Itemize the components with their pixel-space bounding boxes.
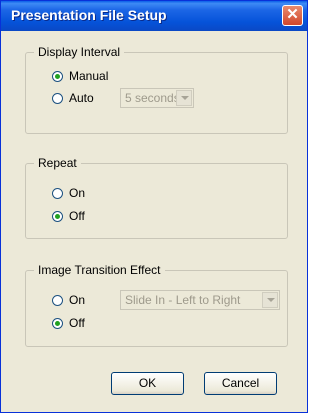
- transition-off-option[interactable]: Off: [52, 315, 85, 331]
- auto-radio[interactable]: [52, 92, 63, 104]
- transition-group: Image Transition Effect On Off Slide In …: [25, 263, 288, 347]
- chevron-down-icon[interactable]: [176, 90, 192, 106]
- repeat-on-label: On: [69, 186, 86, 200]
- title-bar[interactable]: Presentation File Setup ✕: [1, 1, 307, 31]
- display-interval-group: Display Interval Manual Auto 5 seconds: [25, 45, 288, 134]
- transition-on-label: On: [69, 293, 86, 307]
- chevron-down-icon[interactable]: [262, 292, 278, 308]
- repeat-group: Repeat On Off: [25, 156, 288, 239]
- repeat-on-radio[interactable]: [52, 187, 63, 199]
- repeat-off-radio[interactable]: [52, 210, 63, 222]
- interval-select[interactable]: 5 seconds: [120, 88, 194, 108]
- transition-on-radio[interactable]: [52, 294, 63, 306]
- auto-radio-option[interactable]: Auto: [52, 90, 94, 106]
- interval-select-value: 5 seconds: [125, 91, 180, 105]
- dialog-window: Presentation File Setup ✕ Display Interv…: [0, 0, 308, 413]
- display-interval-label: Display Interval: [34, 45, 125, 59]
- close-icon: ✕: [286, 6, 299, 23]
- transition-off-radio[interactable]: [52, 317, 63, 329]
- close-button[interactable]: ✕: [282, 5, 303, 26]
- repeat-on-option[interactable]: On: [52, 185, 85, 201]
- manual-radio-option[interactable]: Manual: [52, 68, 108, 84]
- ok-button[interactable]: OK: [111, 372, 184, 395]
- transition-off-label: Off: [69, 316, 85, 330]
- dialog-title: Presentation File Setup: [11, 7, 167, 23]
- manual-radio-label: Manual: [69, 69, 109, 83]
- transition-effect-select[interactable]: Slide In - Left to Right: [120, 290, 280, 310]
- manual-radio[interactable]: [52, 70, 63, 82]
- transition-label: Image Transition Effect: [34, 263, 165, 277]
- transition-effect-value: Slide In - Left to Right: [125, 293, 241, 307]
- cancel-button[interactable]: Cancel: [204, 372, 277, 395]
- auto-radio-label: Auto: [69, 91, 94, 105]
- transition-on-option[interactable]: On: [52, 292, 85, 308]
- repeat-off-label: Off: [69, 209, 85, 223]
- repeat-off-option[interactable]: Off: [52, 208, 85, 224]
- repeat-label: Repeat: [34, 156, 81, 170]
